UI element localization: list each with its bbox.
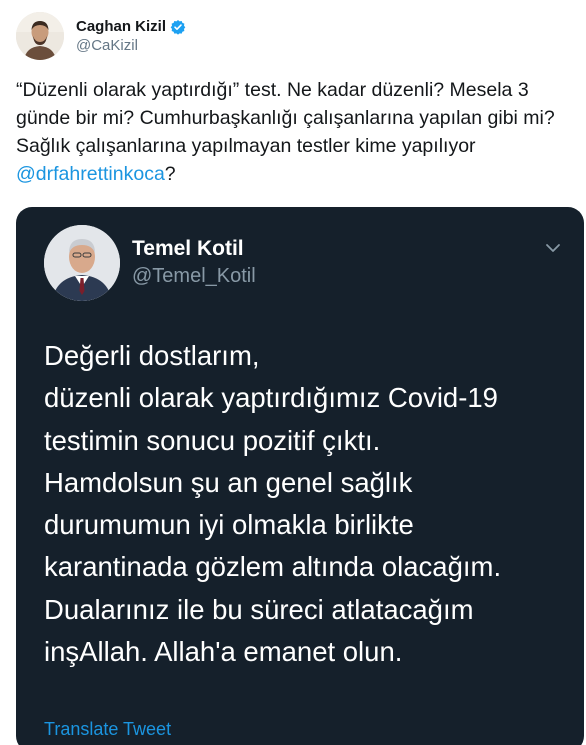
embedded-author-avatar [44, 225, 120, 301]
mention-link[interactable]: @drfahrettinkoca [16, 163, 165, 185]
tweet-header: Caghan Kizil @CaKizil [16, 12, 186, 60]
author-avatar[interactable] [16, 12, 64, 60]
embedded-tweet-image[interactable]: Temel Kotil @Temel_Kotil Değerli dostlar… [16, 207, 584, 745]
verified-badge-icon [170, 19, 186, 35]
embedded-author-handle: @Temel_Kotil [132, 265, 256, 287]
chevron-down-icon [546, 244, 560, 252]
author-name[interactable]: Caghan Kizil [76, 18, 166, 35]
translate-tweet-link: Translate Tweet [44, 719, 172, 739]
tweet-text: “Düzenli olarak yaptırdığı” test. Ne kad… [16, 76, 576, 188]
embedded-author-name: Temel Kotil [132, 237, 244, 260]
embedded-tweet-body: Değerli dostlarım, düzenli olarak yaptır… [44, 340, 502, 668]
author-handle[interactable]: @CaKizil [76, 37, 186, 54]
tweet-text-end: ? [164, 163, 176, 185]
tweet-text-main: “Düzenli olarak yaptırdığı” test. Ne kad… [16, 79, 561, 157]
person-avatar-icon [44, 225, 120, 301]
person-avatar-icon [16, 12, 64, 60]
